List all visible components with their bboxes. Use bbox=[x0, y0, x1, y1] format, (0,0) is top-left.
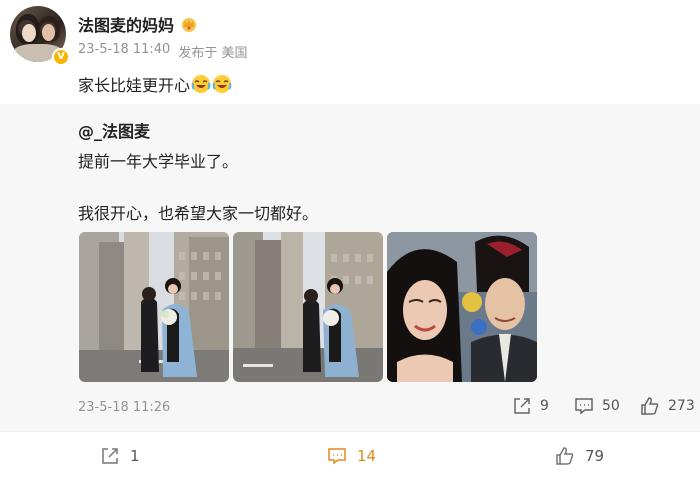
share-icon bbox=[514, 398, 530, 414]
repost-photo-3[interactable] bbox=[387, 232, 537, 382]
share-icon bbox=[102, 448, 118, 464]
like-count: 79 bbox=[585, 447, 605, 465]
author-name[interactable]: 法图麦的妈妈 bbox=[78, 12, 174, 36]
repost-like-count: 273 bbox=[668, 398, 695, 414]
share-button[interactable]: 1 bbox=[100, 446, 140, 466]
repost-comment-stat[interactable]: 50 bbox=[574, 396, 620, 416]
post-text-row: 家长比娃更开心 bbox=[78, 72, 232, 96]
repost-author[interactable]: @_法图麦 bbox=[78, 118, 150, 142]
comment-icon bbox=[328, 448, 346, 465]
repost-share-stat[interactable]: 9 bbox=[512, 396, 549, 416]
like-button[interactable]: 79 bbox=[555, 446, 604, 466]
thumbs-up-icon bbox=[556, 447, 574, 465]
comment-button[interactable]: 14 bbox=[327, 446, 376, 466]
verified-badge-icon: V bbox=[52, 48, 70, 66]
repost-text-line2: 我很开心，也希望大家一切都好。 bbox=[78, 204, 319, 223]
post-timestamp[interactable]: 23-5-18 11:40 bbox=[78, 42, 170, 61]
author-name-row: 法图麦的妈妈 bbox=[78, 12, 198, 36]
author-avatar[interactable]: V bbox=[10, 6, 70, 66]
repost-share-count: 9 bbox=[540, 398, 549, 414]
crown-icon bbox=[182, 18, 197, 32]
repost-photo-2[interactable] bbox=[233, 232, 383, 382]
post-meta: 23-5-18 11:40 发布于 美国 bbox=[78, 42, 247, 61]
laugh-cry-emoji-icon bbox=[191, 75, 211, 93]
repost-timestamp[interactable]: 23-5-18 11:26 bbox=[78, 400, 170, 415]
repost-text-line1: 提前一年大学毕业了。 bbox=[78, 152, 239, 171]
share-count: 1 bbox=[130, 447, 140, 465]
post-action-bar: 1 14 79 bbox=[0, 431, 700, 477]
repost-like-stat[interactable]: 273 bbox=[640, 396, 695, 416]
reposted-post[interactable]: @_法图麦 提前一年大学毕业了。 我很开心，也希望大家一切都好。 23-5-18… bbox=[0, 104, 700, 431]
post-header: V 法图麦的妈妈 23-5-18 11:40 发布于 美国 家长比娃更开心 bbox=[0, 0, 700, 104]
comment-icon bbox=[575, 398, 593, 415]
thumbs-up-icon bbox=[641, 397, 659, 415]
post-location: 发布于 美国 bbox=[178, 46, 248, 61]
repost-comment-count: 50 bbox=[602, 398, 620, 414]
laugh-cry-emoji-icon bbox=[212, 75, 232, 93]
repost-photo-1[interactable] bbox=[79, 232, 229, 382]
post-text: 家长比娃更开心 bbox=[78, 76, 191, 95]
comment-count: 14 bbox=[357, 447, 377, 465]
